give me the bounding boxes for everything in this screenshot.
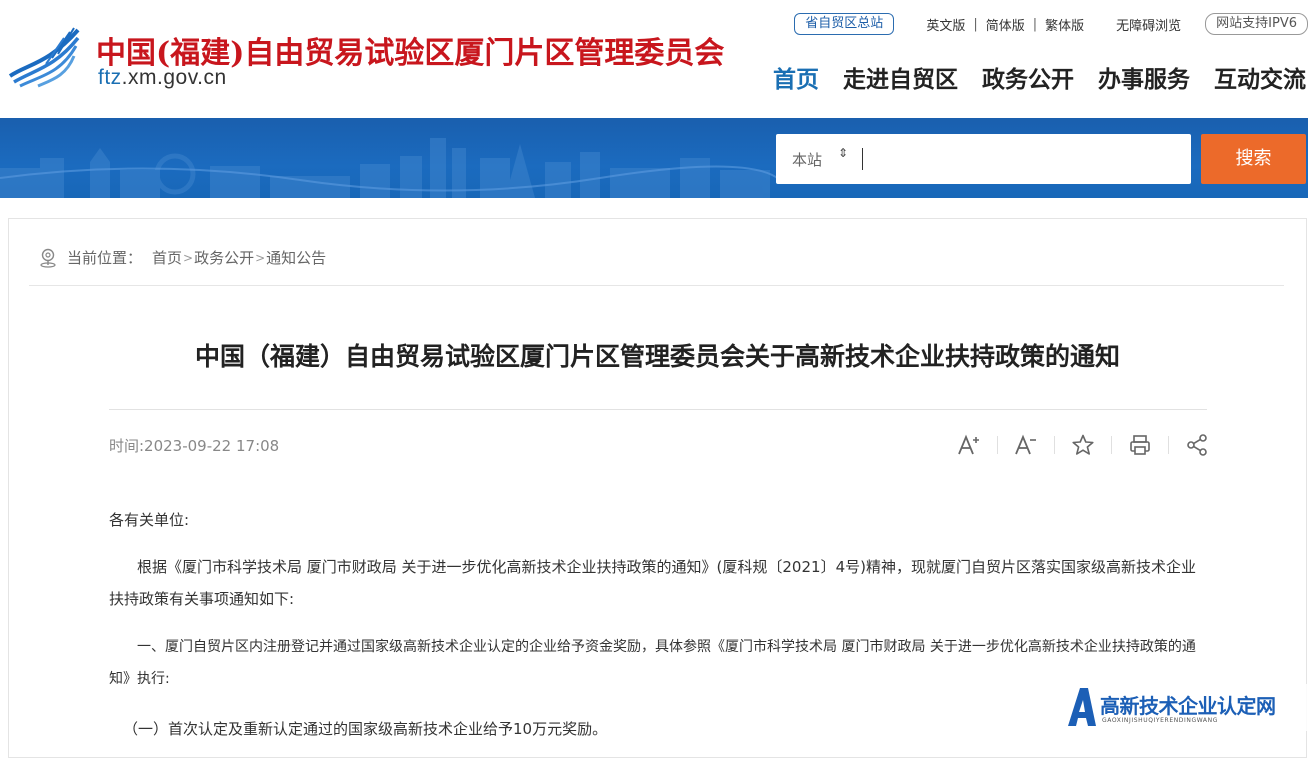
article-paragraph: （一）首次认定及重新认定通过的国家级高新技术企业给予10万元奖励。 — [123, 720, 608, 738]
top-links: 省自贸区总站 英文版 | 简体版 | 繁体版 无障碍浏览 网站支持IPV6 — [794, 12, 1308, 36]
domain-rest: .xm.gov.cn — [121, 66, 227, 89]
chevron-updown-icon[interactable]: ⇕ — [838, 147, 848, 159]
nav-home[interactable]: 首页 — [773, 60, 819, 94]
search-banner: 本站 ⇕ 搜索 — [0, 118, 1308, 198]
article-time: 时间:2023-09-22 17:08 — [109, 437, 280, 455]
tool-divider — [1054, 436, 1055, 454]
search-box: 本站 ⇕ — [776, 134, 1191, 184]
english-version-link[interactable]: 英文版 — [926, 15, 965, 34]
link-separator: | — [973, 16, 978, 32]
ipv6-badge: 网站支持IPV6 — [1205, 13, 1308, 35]
simplified-version-link[interactable]: 简体版 — [986, 15, 1025, 34]
link-separator: | — [1032, 16, 1038, 32]
font-decrease-icon[interactable] — [1010, 429, 1042, 461]
star-favorite-icon[interactable] — [1067, 429, 1099, 461]
breadcrumb-separator: > — [183, 250, 194, 265]
breadcrumb-home[interactable]: 首页 — [152, 247, 182, 268]
print-icon[interactable] — [1124, 429, 1156, 461]
font-increase-icon[interactable] — [953, 429, 985, 461]
nav-interaction[interactable]: 互动交流 — [1214, 60, 1306, 94]
share-icon[interactable] — [1181, 429, 1213, 461]
breadcrumb-notices[interactable]: 通知公告 — [266, 247, 326, 268]
tool-divider — [1111, 436, 1112, 454]
article-panel: 当前位置： 首页 > 政务公开 > 通知公告 中国（福建）自由贸易试验区厦门片区… — [8, 218, 1307, 758]
article-title: 中国（福建）自由贸易试验区厦门片区管理委员会关于高新技术企业扶持政策的通知 — [194, 342, 1120, 371]
breadcrumb-separator: > — [255, 250, 266, 265]
title-divider — [109, 409, 1207, 410]
search-button[interactable]: 搜索 — [1201, 134, 1306, 184]
traditional-version-link[interactable]: 繁体版 — [1045, 15, 1084, 34]
breadcrumb-divider — [29, 285, 1284, 286]
article-salutation: 各有关单位: — [109, 511, 190, 529]
watermark-a-icon — [1068, 688, 1096, 726]
site-domain: ftz.xm.gov.cn — [98, 66, 227, 90]
site-header: 中国(福建)自由贸易试验区厦门片区管理委员会 ftz.xm.gov.cn 省自贸… — [0, 0, 1308, 118]
article-tools — [953, 429, 1213, 461]
search-input[interactable] — [862, 148, 863, 170]
ftz-logo-icon[interactable] — [8, 24, 80, 88]
tool-divider — [1168, 436, 1169, 454]
breadcrumb-gov-affairs[interactable]: 政务公开 — [194, 247, 254, 268]
tool-divider — [997, 436, 998, 454]
main-nav: 首页 走进自贸区 政务公开 办事服务 互动交流 — [749, 60, 1308, 94]
article-paragraph: 一、厦门自贸片区内注册登记并通过国家级高新技术企业认定的企业给予资金奖励，具体参… — [109, 639, 1196, 687]
location-pin-icon — [40, 248, 56, 268]
nav-gov-affairs[interactable]: 政务公开 — [982, 60, 1074, 94]
nav-about-ftz[interactable]: 走进自贸区 — [843, 60, 958, 94]
accessible-browse-link[interactable]: 无障碍浏览 — [1116, 15, 1181, 34]
nav-services[interactable]: 办事服务 — [1098, 60, 1190, 94]
breadcrumb-label: 当前位置： — [67, 249, 143, 267]
provincial-site-link[interactable]: 省自贸区总站 — [794, 13, 895, 35]
watermark-logo: 高新技术企业认定网 GAOXINJISHUQIYERENDINGWANG — [1062, 684, 1308, 731]
search-scope-select[interactable]: 本站 — [792, 149, 822, 170]
watermark-text: 高新技术企业认定网 — [1100, 694, 1276, 718]
domain-prefix: ftz — [98, 66, 122, 89]
article-paragraph: 根据《厦门市科学技术局 厦门市财政局 关于进一步优化高新技术企业扶持政策的通知》… — [109, 558, 1196, 608]
watermark-subtext: GAOXINJISHUQIYERENDINGWANG — [1102, 717, 1218, 724]
breadcrumb: 当前位置： 首页 > 政务公开 > 通知公告 — [39, 247, 326, 268]
